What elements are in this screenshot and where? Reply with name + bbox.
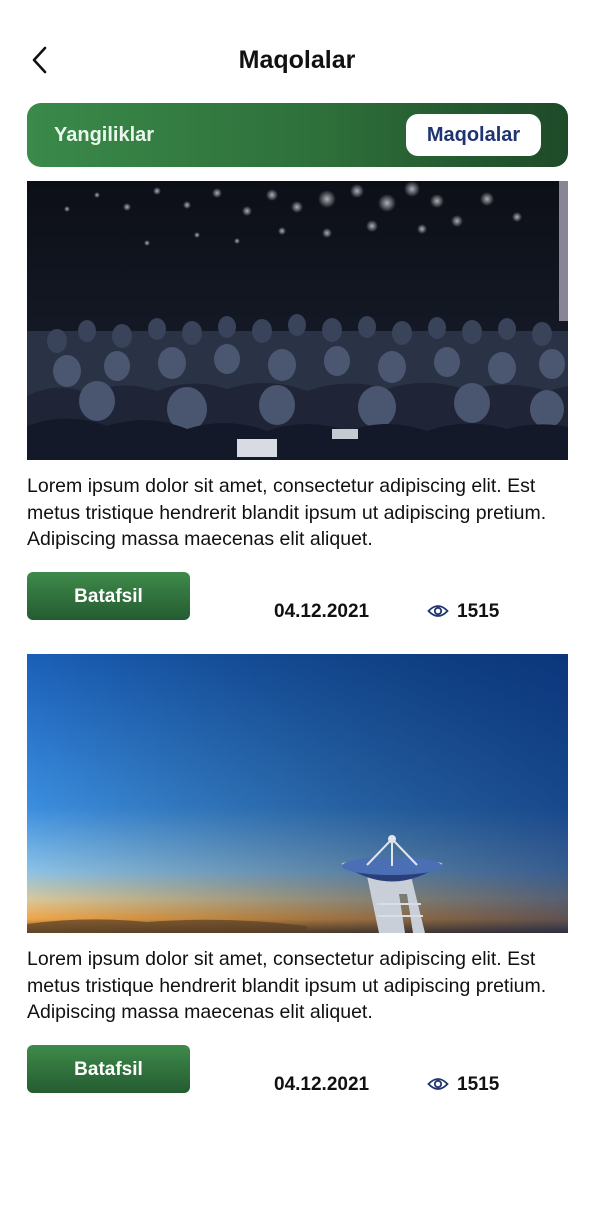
article-text: Lorem ipsum dolor sit amet, consectetur … [27,475,547,550]
more-button[interactable]: Batafsil [27,572,190,620]
article-card: Lorem ipsum dolor sit amet, consectetur … [27,654,568,1104]
views-count: 1515 [457,1074,500,1095]
eye-icon [427,605,449,617]
article-date: 04.12.2021 [274,1074,370,1095]
more-button[interactable]: Batafsil [27,1045,190,1093]
article-text: Lorem ipsum dolor sit amet, consectetur … [27,948,547,1023]
article-image[interactable] [27,181,568,460]
eye-icon [427,1078,449,1090]
article-card: Lorem ipsum dolor sit amet, consectetur … [27,181,568,631]
article-date: 04.12.2021 [274,601,370,622]
page-title: Maqolalar [238,46,356,74]
app-header: Maqolalar [0,0,594,100]
tab-maqolalar[interactable]: Maqolalar [406,114,541,156]
views-count: 1515 [457,601,500,622]
tab-yangiliklar[interactable]: Yangiliklar [54,114,154,156]
article-image[interactable] [27,654,568,933]
segmented-tabs: Yangiliklar Maqolalar [27,103,568,167]
